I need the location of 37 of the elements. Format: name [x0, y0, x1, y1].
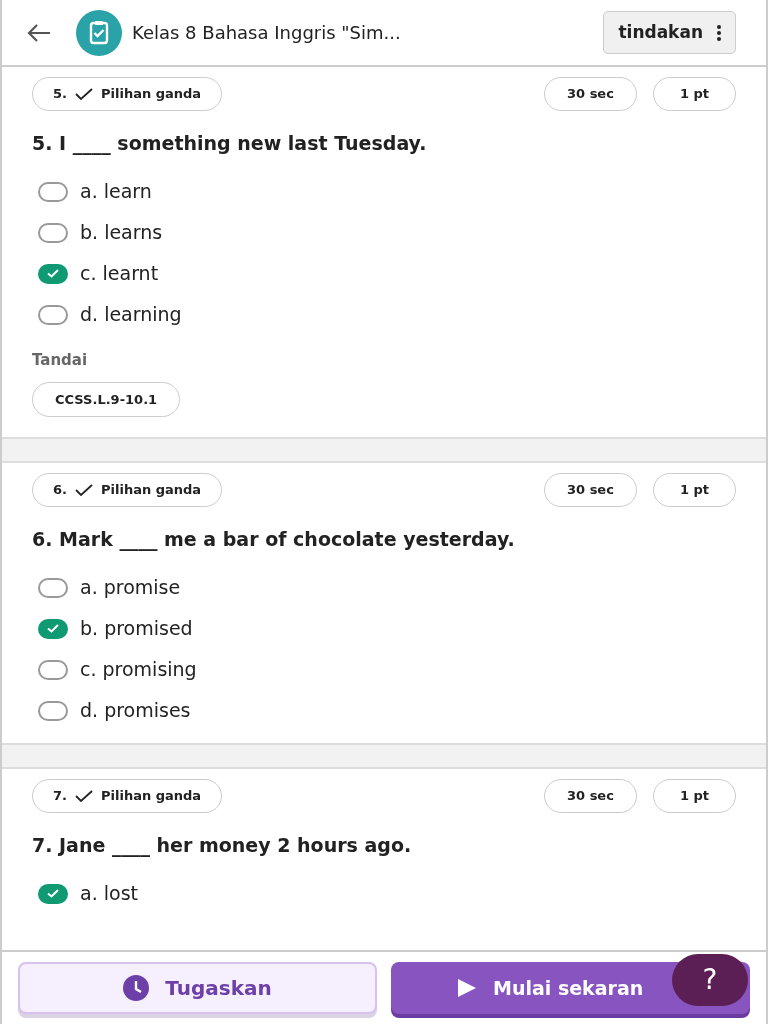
answer-option: c. learnt [80, 259, 159, 288]
check-icon [75, 483, 93, 496]
question-number: 7. [53, 787, 67, 805]
question-type: Pilihan ganda [101, 481, 202, 499]
question-number: 5. [53, 85, 67, 103]
check-icon [75, 789, 93, 802]
play-icon [457, 978, 477, 998]
question-text: 6. Mark ____ me a bar of chocolate yesterday. [32, 526, 516, 553]
help-tooltip[interactable]: ? [672, 954, 748, 1006]
answer-option: b. promised [80, 614, 193, 643]
question-type: Pilihan ganda [101, 85, 202, 103]
answer-option: d. promises [80, 696, 191, 725]
points-pill: 1 pt [652, 779, 736, 813]
more-icon [717, 24, 721, 41]
time-pill: 30 sec [544, 779, 637, 813]
answer-option: a. lost [80, 879, 138, 908]
standard-tag: CCSS.L.9-10.1 [32, 381, 181, 417]
question-type: Pilihan ganda [101, 787, 202, 805]
back-icon[interactable] [26, 22, 52, 43]
points-pill: 1 pt [652, 473, 736, 507]
clipboard-icon [76, 9, 122, 56]
answer-option: c. promising [80, 655, 197, 684]
answer-option: b. learns [80, 218, 163, 247]
time-pill: 30 sec [544, 77, 637, 111]
question-number: 6. [53, 481, 67, 499]
answer-option: a. promise [80, 573, 181, 602]
check-icon [75, 87, 93, 100]
question-text: 7. Jane ____ her money 2 hours ago. [32, 832, 413, 859]
points-pill: 1 pt [652, 77, 736, 111]
time-pill: 30 sec [544, 473, 637, 507]
tags-label: Tandai [32, 350, 89, 371]
answer-option: a. learn [80, 177, 152, 206]
question-text: 5. I ____ something new last Tuesday. [32, 130, 428, 157]
answer-option: d. learning [80, 300, 182, 329]
clock-icon [123, 975, 150, 1001]
quiz-title: Kelas 8 Bahasa Inggris "Sim... [132, 21, 401, 45]
actions-button[interactable]: tindakan [603, 10, 736, 55]
